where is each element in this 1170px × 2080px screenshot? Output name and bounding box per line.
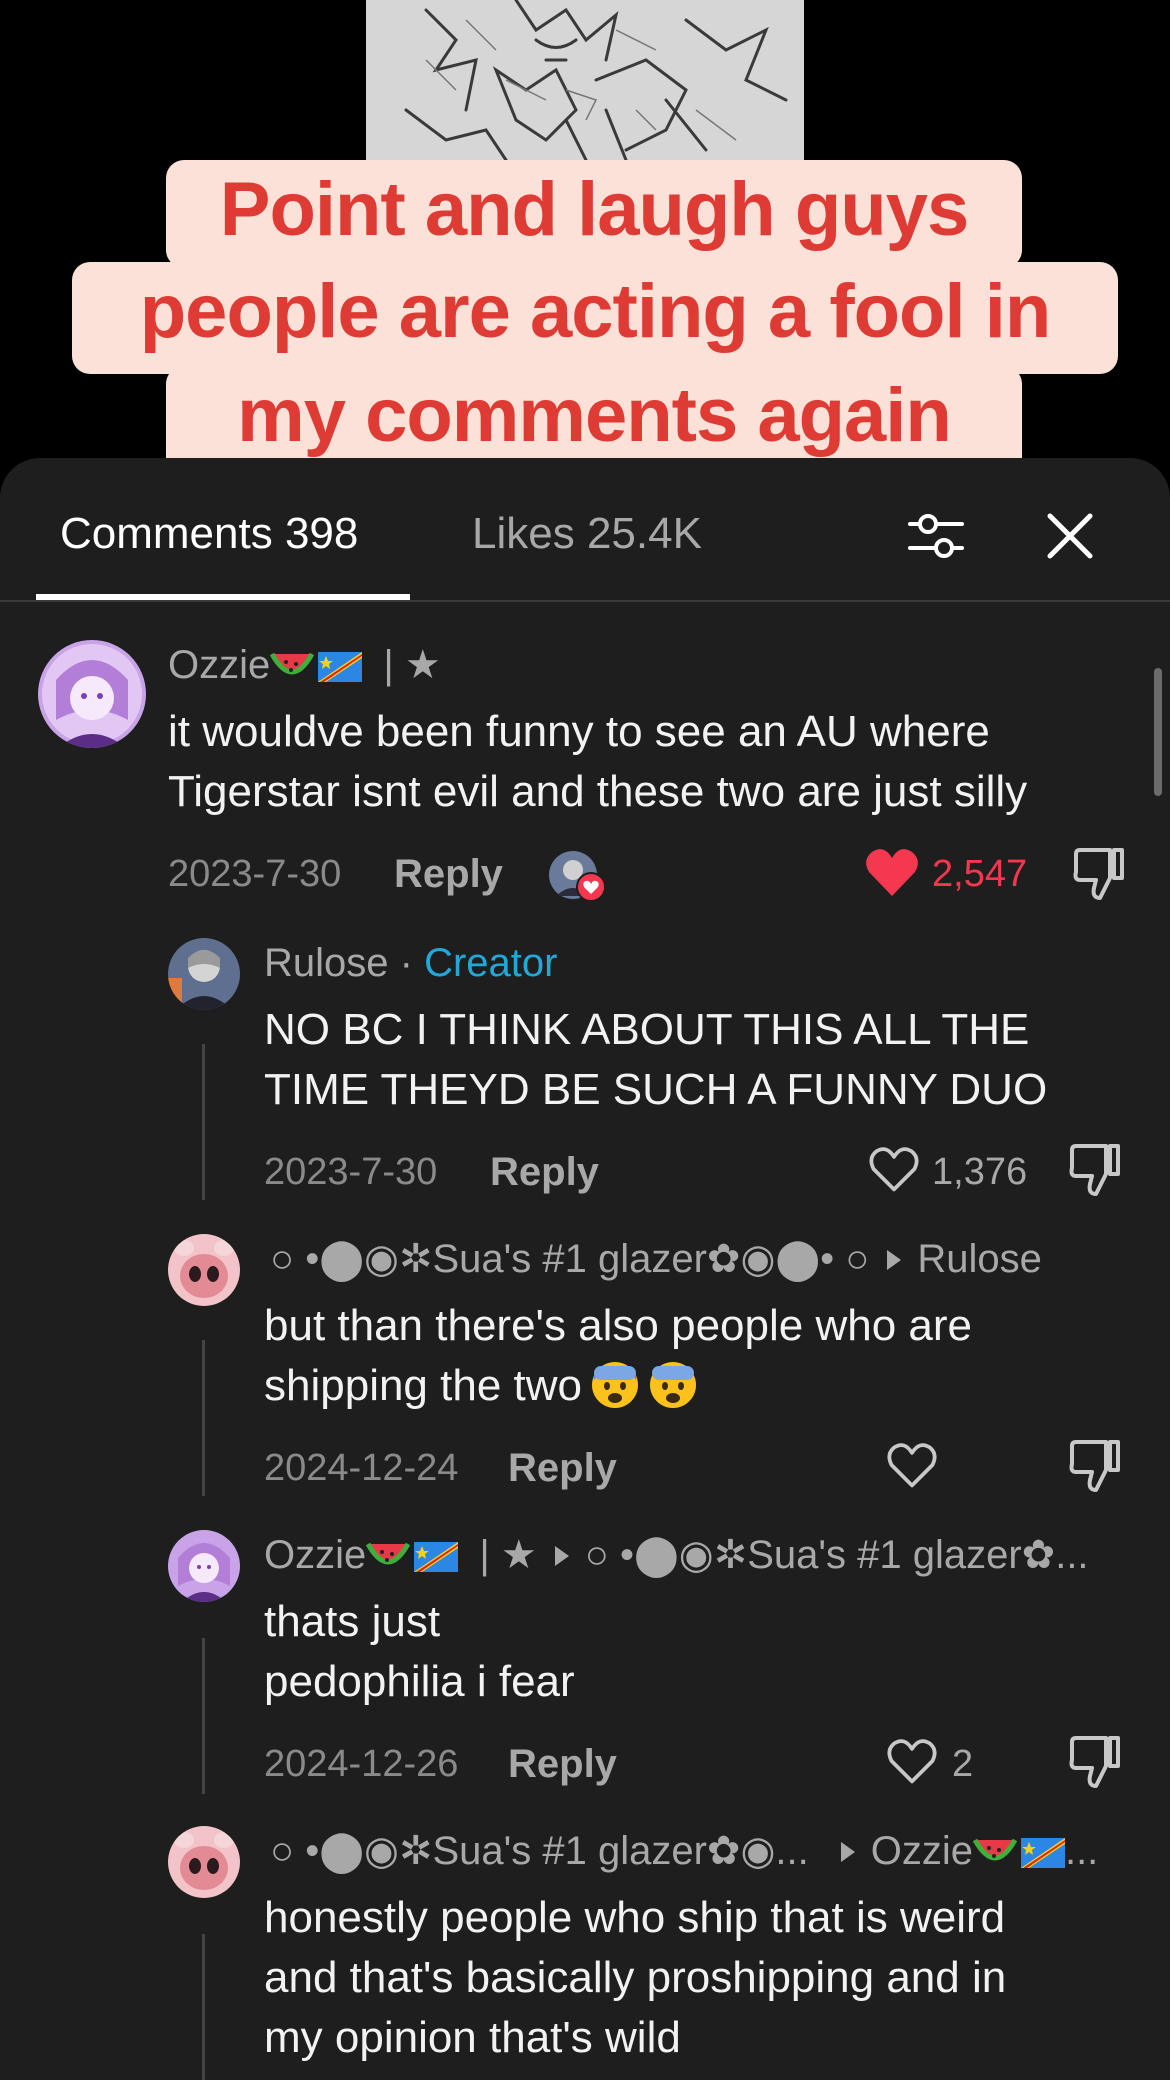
comment-date: 2024-12-26 <box>264 1743 459 1785</box>
fearful-face-emoji-icon <box>590 1360 640 1410</box>
thumbs-down-icon[interactable] <box>1070 846 1126 902</box>
avatar[interactable] <box>168 938 240 1010</box>
like-count: 2,547 <box>932 853 1028 895</box>
reply-arrow-icon <box>887 1250 902 1270</box>
comment-text-line: and that's basically proshipping and in <box>264 1953 1007 2002</box>
reply-button[interactable]: Reply <box>490 1148 599 1196</box>
video-caption: Point and laugh guys people are acting a… <box>72 160 1118 478</box>
comment-username[interactable]: ○ •⬤◉✲Sua's #1 glazer✿◉... Ozzie... <box>270 1826 1098 1876</box>
comment-item: Ozzie | ★ it wouldve been funny to see a… <box>0 458 1170 918</box>
like-count: 2 <box>952 1743 974 1785</box>
comment-text-line: pedophilia i fear <box>264 1657 575 1706</box>
comment-text-line: NO BC I THINK ABOUT THIS ALL THE <box>264 1005 1030 1054</box>
fearful-face-emoji-icon <box>648 1360 698 1410</box>
creator-heart-icon <box>576 872 606 902</box>
watermelon-emoji-icon <box>366 1540 411 1574</box>
comment-text-line: honestly people who ship that is weird <box>264 1893 1006 1942</box>
comment-text-line: my opinion that's wild <box>264 2013 681 2062</box>
reply-button[interactable]: Reply <box>508 1444 617 1492</box>
flag-emoji-icon <box>318 652 363 682</box>
comment-username[interactable]: Rulose · Creator <box>264 938 557 988</box>
like-count: 1,376 <box>932 1151 1028 1193</box>
heart-icon[interactable] <box>886 1440 938 1490</box>
reply-to-username[interactable]: Rulose <box>917 1237 1042 1281</box>
creator-badge: Creator <box>424 941 558 985</box>
comment-text-line: Tigerstar isnt evil and these two are ju… <box>168 767 1028 816</box>
avatar[interactable] <box>168 1826 240 1898</box>
comment-text-line: shipping the two <box>264 1356 698 1416</box>
heart-icon[interactable] <box>886 1736 938 1786</box>
sketch-image <box>366 0 804 162</box>
reply-arrow-icon <box>840 1842 855 1862</box>
flag-emoji-icon <box>414 1542 459 1572</box>
avatar[interactable] <box>38 640 146 748</box>
heart-icon[interactable] <box>868 1144 920 1194</box>
thumbs-down-icon[interactable] <box>1066 1438 1122 1494</box>
thumbs-down-icon[interactable] <box>1066 1734 1122 1790</box>
heart-icon[interactable] <box>864 846 920 898</box>
avatar[interactable] <box>168 1530 240 1602</box>
comment-date: 2023-7-30 <box>168 853 342 895</box>
flag-emoji-icon <box>1020 1838 1065 1868</box>
comment-text-line: thats just <box>264 1597 441 1646</box>
reply-button[interactable]: Reply <box>508 1740 617 1788</box>
comment-date: 2023-7-30 <box>264 1151 438 1193</box>
thread-line <box>202 1638 205 1794</box>
caption-line-1: Point and laugh guys <box>166 160 1022 268</box>
watermelon-emoji-icon <box>270 650 315 684</box>
comment-text-line: but than there's also people who are <box>264 1301 972 1350</box>
reply-to-username[interactable]: ○ •⬤◉✲Sua's #1 glazer✿... <box>585 1533 1089 1577</box>
comments-panel: Comments 398 Likes 25.4K Ozzie | ★ it wo… <box>0 458 1170 2080</box>
thumbs-down-icon[interactable] <box>1066 1142 1122 1198</box>
reply-to-username[interactable]: Ozzie <box>871 1829 973 1873</box>
caption-line-2: people are acting a fool in <box>72 262 1118 374</box>
watermelon-emoji-icon <box>972 1836 1017 1870</box>
reply-arrow-icon <box>554 1546 569 1566</box>
comment-text-line: it wouldve been funny to see an AU where <box>168 707 990 756</box>
comment-text-line: TIME THEYD BE SUCH A FUNNY DUO <box>264 1065 1048 1114</box>
comment-username[interactable]: Ozzie | ★ <box>168 640 441 690</box>
reply-button[interactable]: Reply <box>394 850 503 898</box>
thread-line <box>202 1044 205 1200</box>
comment-username[interactable]: ○ •⬤◉✲Sua's #1 glazer✿◉⬤• ○ Rulose <box>270 1234 1042 1284</box>
comment-date: 2024-12-24 <box>264 1447 459 1489</box>
comment-username[interactable]: Ozzie | ★ ○ •⬤◉✲Sua's #1 glazer✿... <box>264 1530 1089 1580</box>
thread-line <box>202 1934 205 2080</box>
avatar[interactable] <box>168 1234 240 1306</box>
thread-line <box>202 1340 205 1496</box>
